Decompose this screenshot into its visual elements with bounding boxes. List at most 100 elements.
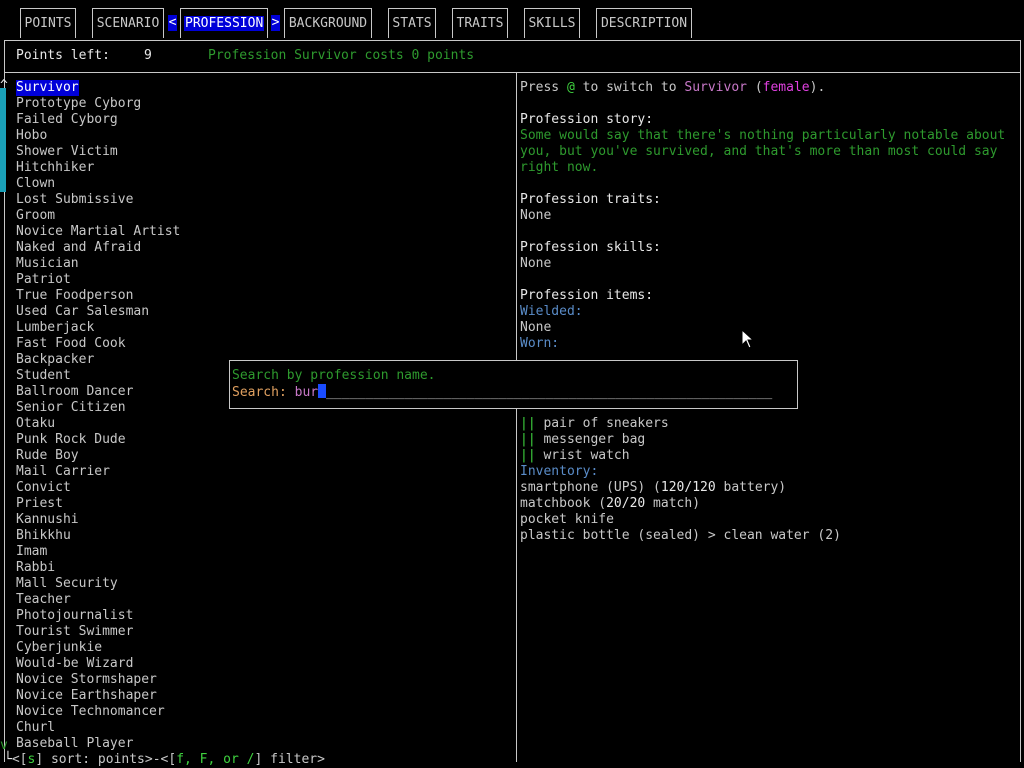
profession-list-item[interactable]: Novice Martial Artist: [16, 224, 180, 240]
tab-label: SCENARIO: [96, 16, 160, 31]
inventory-item: pocket knife: [520, 512, 614, 528]
inventory-item: smartphone (UPS) (120/120 battery): [520, 480, 786, 496]
profession-list-item[interactable]: Bhikkhu: [16, 528, 71, 544]
tab-label: POINTS: [24, 16, 72, 31]
tab-label: TRAITS: [456, 16, 504, 31]
tab-left-arrow[interactable]: <: [168, 15, 177, 31]
profession-list-item[interactable]: True Foodperson: [16, 288, 133, 304]
tab-background[interactable]: BACKGROUND: [284, 8, 372, 38]
profession-list-item[interactable]: Churl: [16, 720, 55, 736]
hint-text: ).: [809, 80, 826, 95]
tab-points[interactable]: POINTS: [20, 8, 76, 38]
profession-list-item[interactable]: Lost Submissive: [16, 192, 133, 208]
profession-list-item[interactable]: Naked and Afraid: [16, 240, 141, 256]
profession-list-item[interactable]: Imam: [16, 544, 47, 560]
tab-traits[interactable]: TRAITS: [452, 8, 508, 38]
item-name: messenger bag: [543, 432, 646, 447]
profession-list-item[interactable]: Lumberjack: [16, 320, 94, 336]
item-name: smartphone (UPS) (: [520, 480, 661, 495]
profession-list-item[interactable]: Novice Stormshaper: [16, 672, 157, 688]
profession-list-item[interactable]: Student: [16, 368, 71, 384]
search-label: Search:: [232, 385, 287, 400]
footer-text: ] filter>: [254, 752, 325, 767]
points-value: 9: [144, 48, 152, 63]
worn-item: || wrist watch: [520, 448, 630, 464]
hint-text: (: [747, 80, 763, 95]
search-field[interactable]: Search: bur _____________________________…: [232, 384, 772, 401]
profession-list-item[interactable]: Priest: [16, 496, 63, 512]
profession-list-item[interactable]: Punk Rock Dude: [16, 432, 126, 448]
tab-stats[interactable]: STATS: [388, 8, 436, 38]
search-input[interactable]: bur: [295, 385, 318, 400]
column-divider: [516, 72, 517, 762]
profession-list-item[interactable]: Prototype Cyborg: [16, 96, 141, 112]
profession-list-item[interactable]: Photojournalist: [16, 608, 133, 624]
durability-marker: ||: [520, 432, 536, 447]
profession-list-item[interactable]: Failed Cyborg: [16, 112, 118, 128]
item-name: matchbook (: [520, 496, 607, 511]
profession-list-item[interactable]: Groom: [16, 208, 55, 224]
list-scrollbar[interactable]: [0, 88, 6, 192]
profession-list-item[interactable]: Hobo: [16, 128, 47, 144]
profession-list-item[interactable]: Novice Earthshaper: [16, 688, 157, 704]
footer-bar: └<[s] sort: points>-<[f, F, or /] filter…: [4, 752, 325, 768]
profession-list-item[interactable]: Patriot: [16, 272, 71, 288]
item-name: plastic bottle (sealed) > clean water (2…: [520, 528, 841, 543]
inventory-label: Inventory:: [520, 464, 599, 479]
profession-list-item[interactable]: Musician: [16, 256, 79, 272]
profession-list-item[interactable]: Hitchhiker: [16, 160, 94, 176]
hint-text: Press: [520, 80, 567, 95]
item-charges: 120/120: [660, 480, 716, 495]
item-suffix: battery): [715, 480, 787, 495]
durability-marker: ||: [520, 416, 536, 431]
profession-list-item[interactable]: Rude Boy: [16, 448, 79, 464]
inventory-item: plastic bottle (sealed) > clean water (2…: [520, 528, 841, 544]
item-name: wrist watch: [543, 448, 630, 463]
profession-list-item[interactable]: Cyberjunkie: [16, 640, 102, 656]
profession-list-item[interactable]: Would-be Wizard: [16, 656, 133, 672]
profession-list-item[interactable]: Used Car Salesman: [16, 304, 149, 320]
profession-list-item[interactable]: Mall Security: [16, 576, 118, 592]
profession-list-item[interactable]: Tourist Swimmer: [16, 624, 133, 640]
profession-list-item[interactable]: Baseball Player: [16, 736, 133, 752]
item-suffix: match): [645, 496, 701, 511]
filter-hotkeys[interactable]: f, F, or /: [176, 752, 254, 767]
profession-name: Survivor: [684, 80, 747, 95]
switch-gender-hint: Press @ to switch to Survivor (female).: [520, 80, 825, 96]
profession-list-item[interactable]: Convict: [16, 480, 71, 496]
profession-list-item[interactable]: Mail Carrier: [16, 464, 110, 480]
tab-label: BACKGROUND: [288, 16, 368, 31]
profession-list-item[interactable]: Shower Victim: [16, 144, 118, 160]
profession-list-item[interactable]: Backpacker: [16, 352, 94, 368]
profession-list-item[interactable]: Novice Technomancer: [16, 704, 165, 720]
tab-right-arrow[interactable]: >: [271, 15, 280, 31]
story-line: Some would say that there's nothing part…: [520, 128, 1006, 143]
profession-cost-text: Profession Survivor costs 0 points: [208, 48, 475, 63]
tab-description[interactable]: DESCRIPTION: [596, 8, 692, 38]
search-underline: ________________________________________…: [326, 385, 773, 400]
footer-text: <[: [11, 752, 28, 767]
tab-profession[interactable]: PROFESSION: [180, 8, 268, 38]
profession-list-item[interactable]: Kannushi: [16, 512, 79, 528]
profession-list-item[interactable]: Ballroom Dancer: [16, 384, 133, 400]
story-line: you, but you've survived, and that's mor…: [520, 144, 998, 159]
footer-corner: └: [4, 752, 12, 767]
profession-list-item[interactable]: Otaku: [16, 416, 55, 432]
profession-list-item[interactable]: Rabbi: [16, 560, 55, 576]
points-label: Points left:: [16, 48, 110, 63]
tab-label: PROFESSION: [184, 16, 265, 31]
tab-scenario[interactable]: SCENARIO: [92, 8, 164, 38]
profession-list-item[interactable]: Fast Food Cook: [16, 336, 126, 352]
tab-skills[interactable]: SKILLS: [524, 8, 580, 38]
profession-list-item[interactable]: Senior Citizen: [16, 400, 126, 416]
skills-value: None: [520, 256, 552, 271]
traits-value: None: [520, 208, 552, 223]
inventory-item: matchbook (20/20 match): [520, 496, 700, 512]
search-popup: Search by profession name. Search: bur __…: [229, 360, 798, 409]
profession-list-item[interactable]: Clown: [16, 176, 55, 192]
profession-list-item[interactable]: Teacher: [16, 592, 71, 608]
wielded-value: None: [520, 320, 552, 335]
skills-header: Profession skills:: [520, 240, 661, 255]
search-hint: Search by profession name.: [232, 368, 436, 383]
profession-list-item[interactable]: Survivor: [16, 80, 79, 96]
